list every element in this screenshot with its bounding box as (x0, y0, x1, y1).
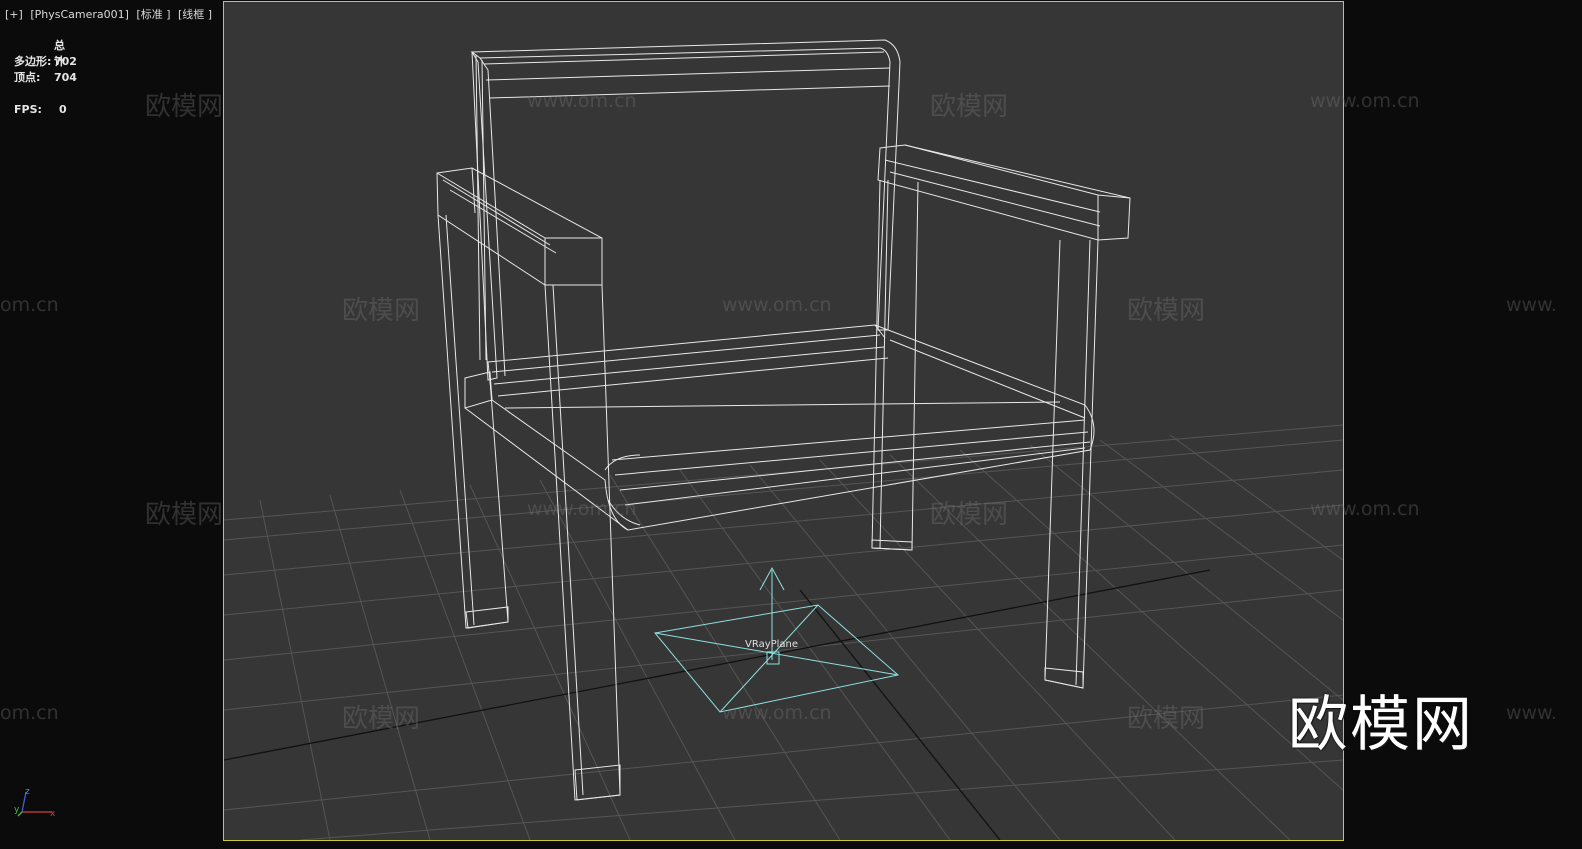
watermark-cn: 欧模网 (145, 92, 224, 122)
watermark-url-partial: om.cn (0, 294, 59, 316)
watermark-url-partial: www. (1506, 294, 1557, 316)
viewport[interactable]: [+] [PhysCamera001] [标准 ] [线框 ] 总计 多边形: … (0, 0, 1582, 849)
polygons-value: 702 (54, 55, 77, 68)
watermark-url: www.om.cn (722, 294, 832, 316)
viewport-menu-plus[interactable]: [+] (5, 8, 23, 21)
watermark-url: www.om.cn (1310, 90, 1420, 112)
viewport-shading-standard[interactable]: [标准 ] (136, 8, 170, 21)
fps-label: FPS: (14, 103, 42, 116)
axis-gizmo-icon: x z y (14, 787, 56, 819)
watermark-cn: 欧模网 (342, 704, 421, 734)
watermark-cn: 欧模网 (930, 92, 1009, 122)
watermark-url: www.om.cn (527, 498, 637, 520)
viewport-label[interactable]: [+] [PhysCamera001] [标准 ] [线框 ] (5, 6, 216, 22)
axis-z-label: z (25, 787, 30, 797)
axis-x-label: x (50, 809, 56, 819)
vertices-label: 顶点: (14, 71, 41, 84)
polygons-label: 多边形: (14, 55, 52, 68)
brand-logo: 欧模网 (1288, 690, 1474, 760)
axis-y-label: y (14, 805, 20, 815)
watermark-cn: 欧模网 (1127, 704, 1206, 734)
watermark-url: www.om.cn (527, 90, 637, 112)
vertices-value: 704 (54, 71, 77, 84)
watermark-url: www.om.cn (1310, 498, 1420, 520)
vray-plane-label: VRayPlane (745, 639, 799, 650)
watermark-cn: 欧模网 (930, 500, 1009, 530)
watermark-cn: 欧模网 (145, 500, 224, 530)
watermark-cn: 欧模网 (342, 296, 421, 326)
watermark-url-partial: om.cn (0, 702, 59, 724)
viewport-shading-wireframe[interactable]: [线框 ] (178, 8, 212, 21)
fps-value: 0 (59, 103, 67, 116)
viewport-camera-label[interactable]: [PhysCamera001] (30, 8, 129, 21)
watermark-url: www.om.cn (722, 702, 832, 724)
watermark-cn: 欧模网 (1127, 296, 1206, 326)
watermark-url-partial: www. (1506, 702, 1557, 724)
